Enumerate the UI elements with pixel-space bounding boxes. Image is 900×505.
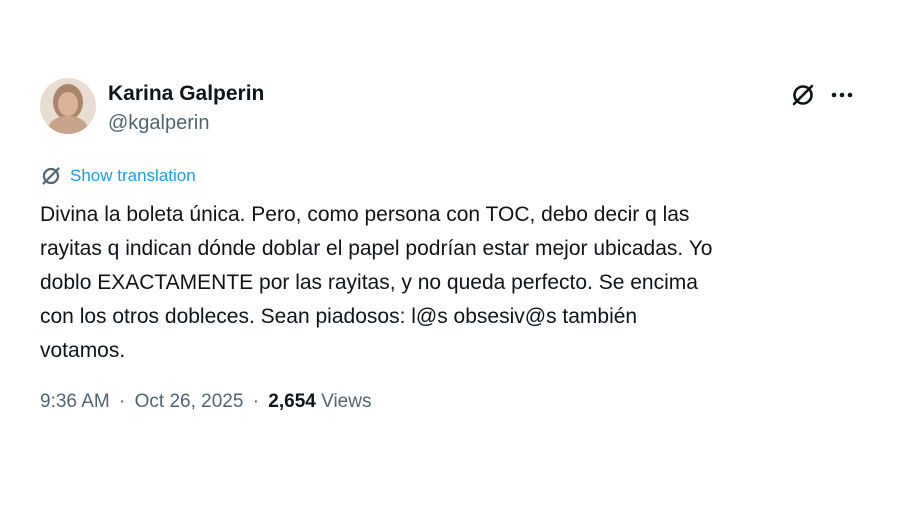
tweet-text: Divina la boleta única. Pero, como perso… (40, 198, 870, 368)
tweet-meta: 9:36 AM · Oct 26, 2025 · 2,654 Views (40, 391, 371, 413)
avatar-photo (40, 78, 96, 134)
tweet-text-line: doblo EXACTAMENTE por las rayitas, y no … (40, 271, 698, 294)
tweet-card: Karina Galperin @kgalperin Show translat… (0, 0, 900, 505)
show-translation-link[interactable]: Show translation (40, 165, 196, 187)
views-label: Views (321, 391, 372, 412)
tweet-text-line: Divina la boleta única. Pero, como perso… (40, 203, 690, 226)
tweet-date[interactable]: Oct 26, 2025 (135, 391, 244, 412)
author-name[interactable]: Karina Galperin (108, 82, 264, 106)
tweet-text-line: rayitas q indican dónde doblar el papel … (40, 237, 713, 260)
show-translation-label: Show translation (70, 166, 196, 185)
meta-separator: · (252, 391, 260, 412)
avatar[interactable] (40, 78, 96, 134)
meta-separator: · (119, 391, 126, 412)
more-options-icon[interactable] (828, 82, 856, 108)
tweet-time[interactable]: 9:36 AM (40, 391, 110, 412)
grok-icon[interactable] (790, 82, 816, 108)
tweet-text-line: votamos. (40, 339, 126, 362)
tweet-text-line: con los otros dobleces. Sean piadosos: l… (40, 305, 638, 328)
author-handle[interactable]: @kgalperin (108, 112, 209, 135)
views-count[interactable]: 2,654 (268, 391, 316, 412)
translate-icon (42, 167, 60, 185)
